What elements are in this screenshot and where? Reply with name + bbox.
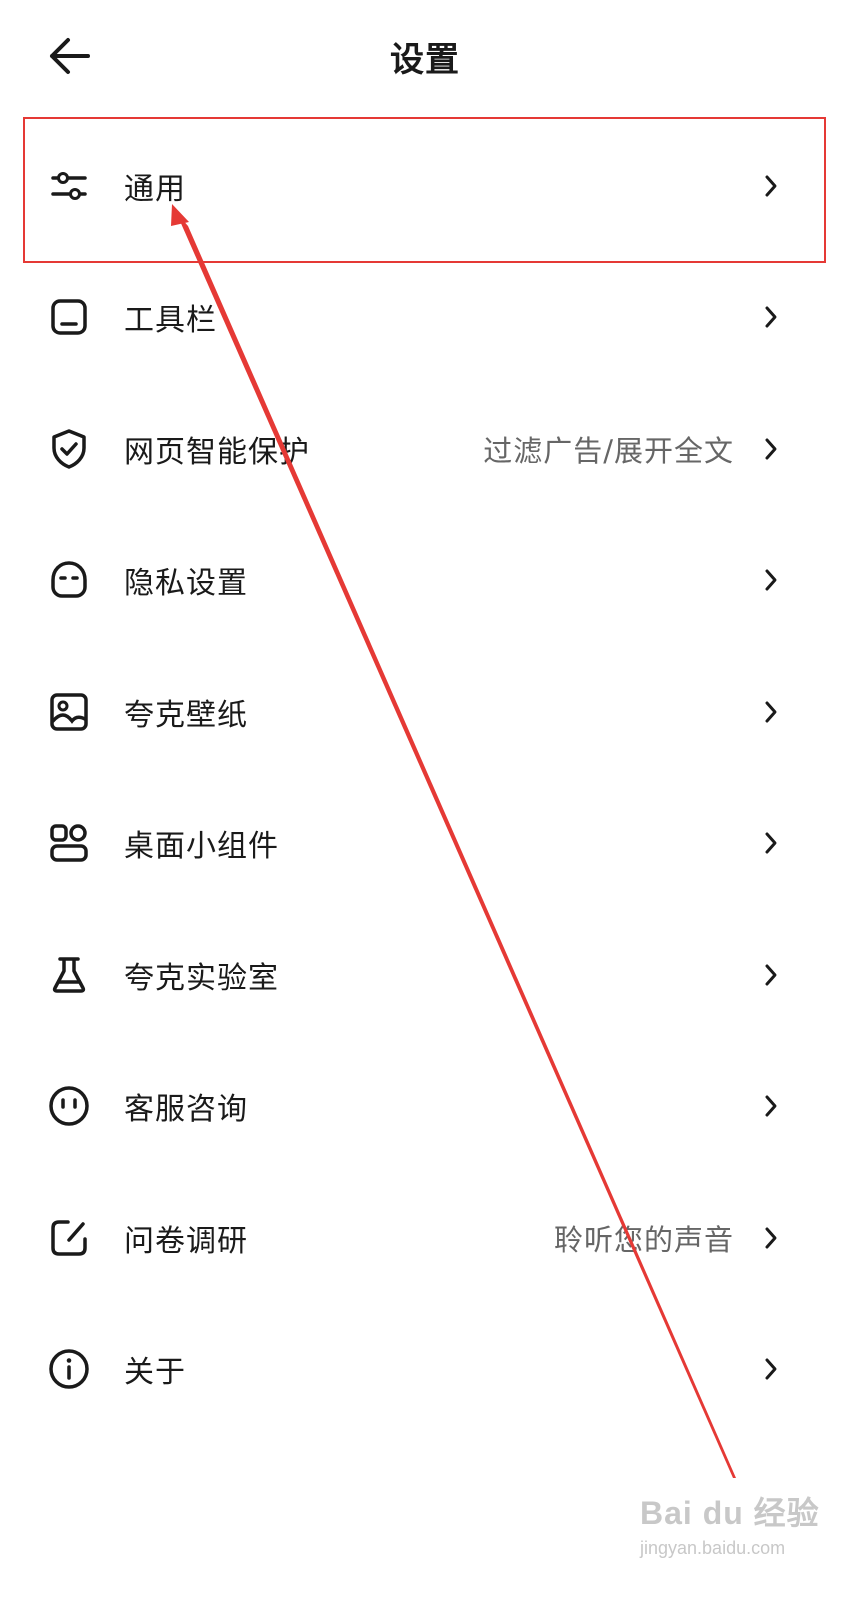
chevron-right-icon [764, 568, 778, 592]
chevron-right-icon [764, 831, 778, 855]
wallpaper-image-icon [46, 689, 92, 735]
settings-item-web-protection[interactable]: 网页智能保护 过滤广告/展开全文 [0, 383, 850, 515]
edit-square-icon [46, 1215, 92, 1261]
settings-item-label: 通用 [124, 171, 186, 207]
settings-item-customer-service[interactable]: 客服咨询 [0, 1041, 850, 1173]
watermark-url: jingyan.baidu.com [640, 1538, 786, 1558]
chevron-right-icon [764, 174, 778, 198]
flask-icon [46, 952, 92, 998]
settings-item-toolbar[interactable]: 工具栏 [0, 252, 850, 384]
widgets-icon [46, 820, 92, 866]
info-circle-icon [46, 1346, 92, 1392]
toolbar-icon [46, 294, 92, 340]
privacy-face-icon [46, 557, 92, 603]
settings-item-label: 夸克壁纸 [124, 697, 248, 733]
settings-list: 通用 工具栏 网页智能保护 过滤广告/展开全文 隐私设置 夸克壁纸 桌面小组件 … [0, 120, 850, 1435]
sliders-icon [46, 163, 92, 209]
chevron-right-icon [764, 1094, 778, 1118]
settings-item-label: 工具栏 [124, 303, 217, 339]
watermark-logo: Bai du 经验 [640, 1495, 820, 1531]
settings-item-general[interactable]: 通用 [0, 120, 850, 252]
settings-item-label: 桌面小组件 [124, 829, 279, 865]
chevron-right-icon [764, 1226, 778, 1250]
settings-item-privacy[interactable]: 隐私设置 [0, 515, 850, 647]
settings-item-wallpaper[interactable]: 夸克壁纸 [0, 646, 850, 778]
settings-item-widgets[interactable]: 桌面小组件 [0, 778, 850, 910]
chevron-right-icon [764, 700, 778, 724]
shield-check-icon [46, 426, 92, 472]
chevron-right-icon [764, 305, 778, 329]
chevron-right-icon [764, 963, 778, 987]
page-title: 设置 [390, 40, 460, 80]
chevron-right-icon [764, 437, 778, 461]
header-bar: 设置 [0, 0, 850, 116]
chevron-right-icon [764, 1357, 778, 1381]
smiley-face-icon [46, 1083, 92, 1129]
settings-item-subtitle: 过滤广告/展开全文 [483, 433, 734, 468]
settings-item-subtitle: 聆听您的声音 [553, 1222, 734, 1257]
settings-item-label: 网页智能保护 [124, 434, 310, 470]
settings-item-survey[interactable]: 问卷调研 聆听您的声音 [0, 1172, 850, 1304]
settings-item-lab[interactable]: 夸克实验室 [0, 909, 850, 1041]
watermark: Bai du 经验 jingyan.baidu.com [636, 1470, 826, 1570]
settings-item-label: 问卷调研 [124, 1223, 248, 1259]
settings-item-label: 隐私设置 [124, 566, 248, 602]
settings-item-about[interactable]: 关于 [0, 1304, 850, 1436]
settings-item-label: 关于 [124, 1355, 186, 1391]
settings-item-label: 客服咨询 [124, 1092, 248, 1128]
settings-item-label: 夸克实验室 [124, 960, 279, 996]
